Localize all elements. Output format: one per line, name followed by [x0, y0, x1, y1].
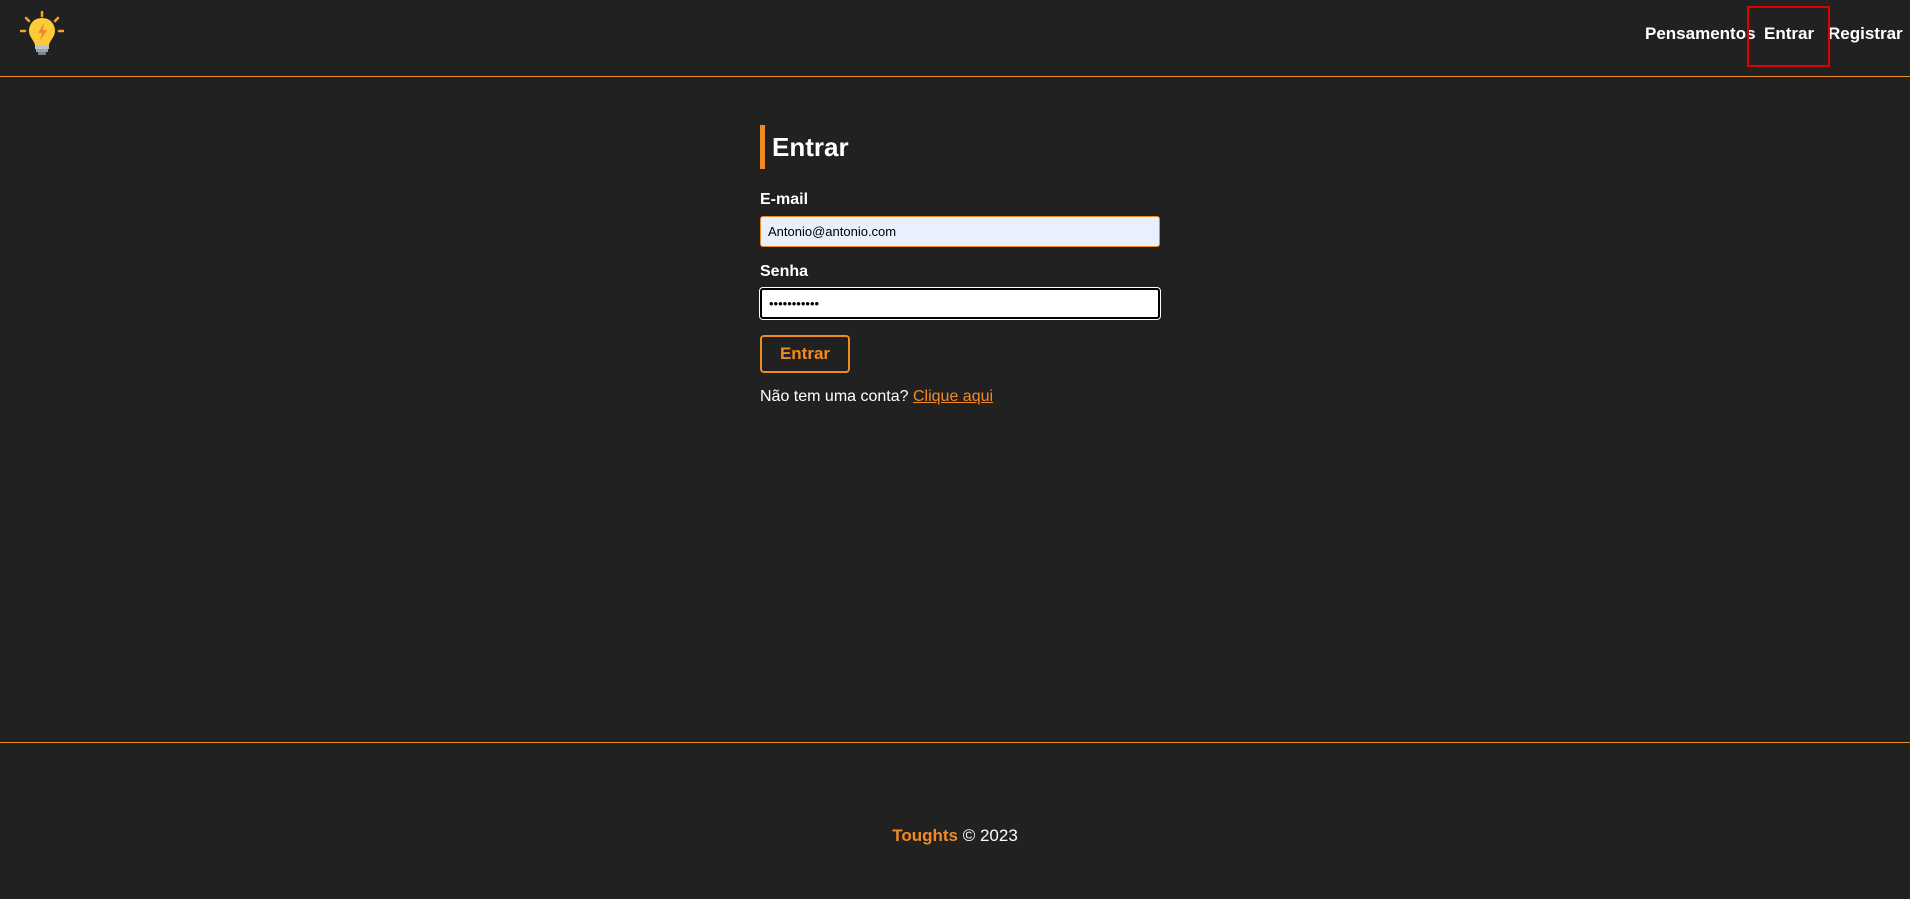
- navbar: Pensamentos Entrar Registrar: [0, 0, 1910, 77]
- nav-link-pensamentos[interactable]: Pensamentos: [1645, 24, 1756, 44]
- password-label: Senha: [760, 263, 809, 280]
- email-label: E-mail: [760, 191, 809, 208]
- footer-text: Toughts © 2023: [0, 826, 1910, 846]
- footer-copyright: © 2023: [962, 826, 1018, 845]
- highlight-box: [1747, 6, 1830, 67]
- password-field[interactable]: [759, 287, 1161, 320]
- nav-links: Pensamentos Entrar Registrar: [0, 0, 1910, 70]
- footer-brand: Toughts: [892, 826, 958, 845]
- signup-text: Não tem uma conta?: [760, 388, 909, 405]
- page: Pensamentos Entrar Registrar Entrar E-ma…: [0, 0, 1910, 899]
- submit-button[interactable]: Entrar: [760, 335, 850, 373]
- footer: Toughts © 2023: [0, 742, 1910, 899]
- signup-line: Não tem uma conta? Clique aqui: [760, 388, 1160, 406]
- email-field[interactable]: [760, 216, 1160, 247]
- signup-link[interactable]: Clique aqui: [913, 388, 993, 405]
- nav-link-registrar[interactable]: Registrar: [1828, 24, 1903, 44]
- page-title: Entrar: [760, 125, 1160, 169]
- login-form: Entrar E-mail Senha Entrar Não tem uma c…: [759, 125, 1161, 422]
